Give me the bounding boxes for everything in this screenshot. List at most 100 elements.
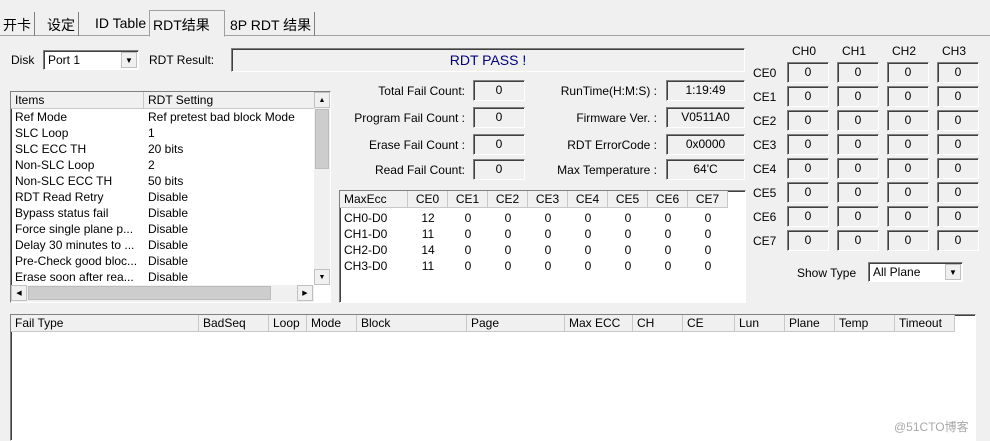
settings-value-cell[interactable]: Disable	[148, 270, 314, 284]
tab-settings[interactable]: 设定	[44, 12, 79, 36]
maxecc-row-label: CH3-D0	[344, 259, 388, 273]
settings-item-cell[interactable]: Delay 30 minutes to ...	[15, 238, 143, 252]
fail-table-header[interactable]: Loop	[269, 315, 307, 332]
scroll-down-icon[interactable]: ▼	[314, 269, 330, 285]
maxecc-cell: 0	[464, 243, 472, 257]
maxecc-cell: 0	[584, 259, 592, 273]
settings-value-cell[interactable]: Disable	[148, 190, 314, 204]
maxecc-header-ce[interactable]: CE6	[648, 191, 688, 208]
settings-item-cell[interactable]: Ref Mode	[15, 110, 143, 124]
tab-8p-rdt-result[interactable]: 8P RDT 结果	[227, 12, 316, 36]
maxecc-cell: 0	[584, 243, 592, 257]
ch-ce-value: 0	[937, 206, 979, 227]
maxecc-cell: 0	[544, 243, 552, 257]
fail-table-header[interactable]: Plane	[785, 315, 835, 332]
settings-header-items[interactable]: Items	[11, 92, 144, 109]
maxecc-cell: 11	[421, 227, 435, 241]
settings-item-cell[interactable]: Bypass status fail	[15, 206, 143, 220]
maxecc-header-ce[interactable]: CE1	[448, 191, 488, 208]
error-code-value: 0x0000	[666, 134, 745, 155]
ch-ce-value: 0	[887, 62, 929, 83]
maxecc-header-ce[interactable]: CE2	[488, 191, 528, 208]
ch-ce-value: 0	[787, 110, 829, 131]
fail-table-header[interactable]: Max ECC	[565, 315, 633, 332]
hscroll-thumb[interactable]	[28, 286, 271, 300]
maxecc-header-ce[interactable]: CE7	[688, 191, 728, 208]
vscroll-thumb[interactable]	[315, 109, 329, 169]
maxecc-cell: 0	[544, 211, 552, 225]
ch-ce-value: 0	[787, 230, 829, 251]
settings-value-cell[interactable]: Disable	[148, 222, 314, 236]
settings-table[interactable]: Items RDT Setting Ref Mode Ref pretest ba…	[10, 91, 331, 303]
maxecc-header-ce[interactable]: CE3	[528, 191, 568, 208]
fail-table-header[interactable]: BadSeq	[199, 315, 269, 332]
settings-value-cell[interactable]: Disable	[148, 206, 314, 220]
settings-header-setting[interactable]: RDT Setting	[144, 92, 315, 109]
settings-value-cell[interactable]: 20 bits	[148, 142, 314, 156]
scroll-up-icon[interactable]: ▲	[314, 92, 330, 108]
ch-ce-value: 0	[787, 62, 829, 83]
settings-item-cell[interactable]: Non-SLC Loop	[15, 158, 143, 172]
settings-item-cell[interactable]: SLC Loop	[15, 126, 143, 140]
fail-table-header[interactable]: Temp	[835, 315, 895, 332]
erase-fail-label: Erase Fail Count :	[368, 138, 465, 152]
firmware-value: V0511A0	[666, 107, 745, 128]
tab-id-table[interactable]: ID Table	[92, 12, 151, 36]
fail-table-header[interactable]: Block	[357, 315, 467, 332]
settings-item-cell[interactable]: Non-SLC ECC TH	[15, 174, 143, 188]
show-type-select[interactable]: All Plane ▼	[868, 262, 963, 282]
maxecc-header[interactable]: MaxEcc	[340, 191, 408, 208]
max-temp-value: 64'C	[666, 159, 745, 180]
chevron-down-icon[interactable]: ▼	[121, 52, 137, 68]
settings-value-cell[interactable]: Ref pretest bad block Mode	[148, 110, 314, 124]
settings-value-cell[interactable]: 50 bits	[148, 174, 314, 188]
maxecc-cell: 0	[704, 227, 712, 241]
settings-item-cell[interactable]: RDT Read Retry	[15, 190, 143, 204]
fail-table-header[interactable]: Lun	[735, 315, 785, 332]
maxecc-cell: 0	[664, 211, 672, 225]
watermark: @51CTO博客	[894, 420, 969, 434]
ch-ce-value: 0	[937, 182, 979, 203]
maxecc-cell: 0	[464, 211, 472, 225]
fail-table-header[interactable]: Mode	[307, 315, 357, 332]
scroll-left-icon[interactable]: ◀	[11, 285, 27, 301]
disk-select[interactable]: Port 1 ▼	[43, 50, 139, 70]
settings-vscrollbar[interactable]: ▲ ▼	[314, 92, 330, 285]
fail-table-header[interactable]: Timeout	[895, 315, 955, 332]
maxecc-header-ce[interactable]: CE0	[408, 191, 448, 208]
settings-item-cell[interactable]: Force single plane p...	[15, 222, 143, 236]
ch-ce-value: 0	[837, 62, 879, 83]
settings-hscrollbar[interactable]: ◀ ▶	[11, 285, 314, 302]
maxecc-cell: 0	[504, 227, 512, 241]
maxecc-table[interactable]: MaxEcc CE0 CE1 CE2 CE3 CE4 CE5 CE6 CE7 CH0-D0 12 0…	[339, 190, 746, 303]
ch-ce-value: 0	[937, 110, 979, 131]
scroll-right-icon[interactable]: ▶	[297, 285, 313, 301]
settings-value-cell[interactable]: Disable	[148, 254, 314, 268]
fail-table[interactable]: Fail Type BadSeq Loop Mode Block Page Max ECC C…	[10, 314, 976, 441]
settings-value-cell[interactable]: 2	[148, 158, 314, 172]
fail-table-header[interactable]: CH	[633, 315, 683, 332]
maxecc-header-ce[interactable]: CE5	[608, 191, 648, 208]
firmware-label: Firmware Ver. :	[576, 111, 657, 125]
fail-table-header[interactable]: CE	[683, 315, 735, 332]
ce-row-label: CE5	[753, 186, 777, 200]
settings-item-cell[interactable]: Erase soon after rea...	[15, 270, 143, 284]
chevron-down-icon[interactable]: ▼	[945, 264, 961, 280]
settings-value-cell[interactable]: Disable	[148, 238, 314, 252]
settings-value-cell[interactable]: 1	[148, 126, 314, 140]
tab-open-card[interactable]: 开卡	[0, 12, 35, 36]
maxecc-cell: 11	[421, 259, 435, 273]
disk-select-value: Port 1	[48, 53, 81, 67]
fail-table-header[interactable]: Page	[467, 315, 565, 332]
maxecc-header-ce[interactable]: CE4	[568, 191, 608, 208]
tab-rdt-result[interactable]: RDT结果	[149, 10, 225, 37]
ch-ce-value: 0	[837, 230, 879, 251]
settings-item-cell[interactable]: Pre-Check good bloc...	[15, 254, 143, 268]
settings-item-cell[interactable]: SLC ECC TH	[15, 142, 143, 156]
fail-table-header[interactable]: Fail Type	[11, 315, 199, 332]
rdt-result-value: RDT PASS !	[231, 48, 745, 72]
ch-ce-value: 0	[887, 158, 929, 179]
maxecc-cell: 0	[704, 259, 712, 273]
ce-row-label: CE4	[753, 162, 777, 176]
show-type-value: All Plane	[873, 265, 921, 279]
